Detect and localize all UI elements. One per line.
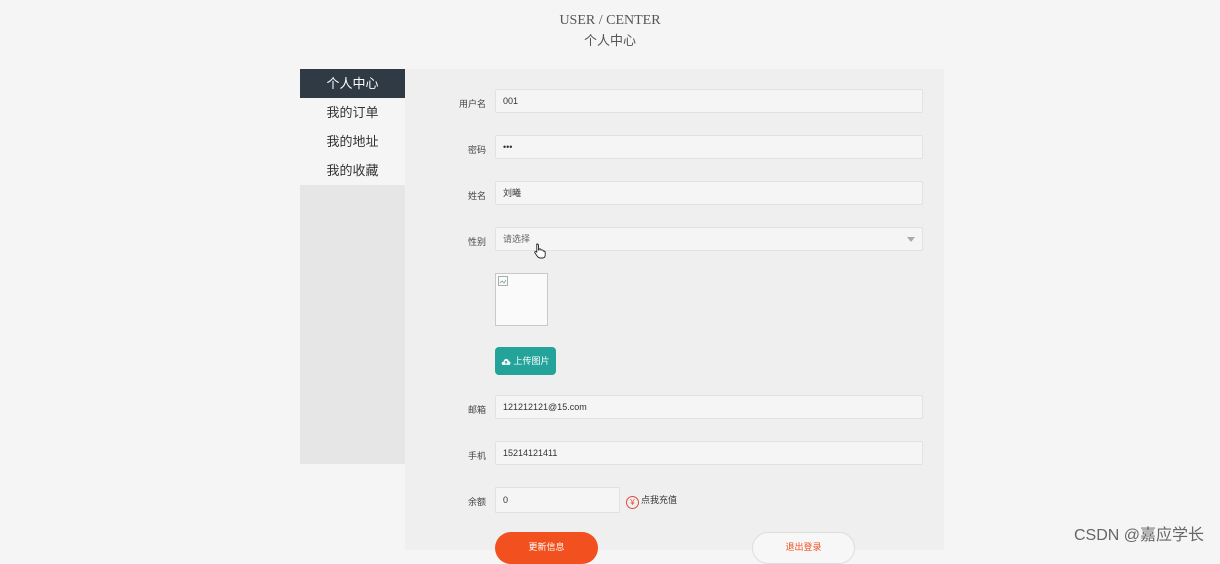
password-input[interactable]: ••• xyxy=(495,135,923,159)
sidebar-item-my-favorites[interactable]: 我的收藏 xyxy=(300,156,405,185)
broken-image-icon xyxy=(498,276,508,286)
name-input[interactable]: 刘曦 xyxy=(495,181,923,205)
email-label: 邮箱 xyxy=(467,405,486,415)
recharge-label: 点我充值 xyxy=(641,495,678,505)
name-row: 姓名 刘曦 xyxy=(405,181,944,207)
phone-label: 手机 xyxy=(467,451,486,461)
gender-placeholder: 请选择 xyxy=(503,234,531,244)
gender-row: 性别 请选择 xyxy=(405,227,944,259)
watermark: CSDN @嘉应学长 xyxy=(1073,527,1204,544)
page-title-zh: 个人中心 xyxy=(583,33,636,48)
username-input[interactable]: 001 xyxy=(495,89,923,113)
upload-image-label: 上传图片 xyxy=(513,356,550,366)
update-info-button[interactable]: 更新信息 xyxy=(495,532,598,564)
page-header: USER / CENTER 个人中心 xyxy=(0,12,1220,50)
email-row: 邮箱 121212121@15.com xyxy=(405,395,944,421)
balance-label: 余额 xyxy=(467,497,486,507)
logout-button[interactable]: 退出登录 xyxy=(752,532,855,564)
balance-row: 余额 0 ¥ 点我充值 xyxy=(405,487,944,513)
cloud-upload-icon xyxy=(502,358,511,365)
phone-row: 手机 15214121411 xyxy=(405,441,944,467)
balance-input[interactable]: 0 xyxy=(495,487,620,513)
phone-input[interactable]: 15214121411 xyxy=(495,441,923,465)
yen-icon: ¥ xyxy=(626,496,639,509)
sidebar-item-my-address[interactable]: 我的地址 xyxy=(300,127,405,156)
password-label: 密码 xyxy=(467,145,486,155)
profile-form: 用户名 001 密码 ••• 姓名 刘曦 性别 请选择 上传图片 邮箱 1212… xyxy=(405,69,944,564)
page-title-en: USER / CENTER xyxy=(559,13,661,28)
sidebar: 个人中心 我的订单 我的地址 我的收藏 xyxy=(300,69,405,464)
sidebar-item-my-orders[interactable]: 我的订单 xyxy=(300,98,405,127)
gender-label: 性别 xyxy=(467,237,486,247)
username-label: 用户名 xyxy=(458,99,486,109)
gender-select[interactable]: 请选择 xyxy=(495,227,923,259)
name-label: 姓名 xyxy=(467,191,486,201)
upload-image-button[interactable]: 上传图片 xyxy=(495,347,556,375)
avatar-preview xyxy=(495,273,548,326)
email-input[interactable]: 121212121@15.com xyxy=(495,395,923,419)
chevron-down-icon xyxy=(907,237,915,242)
password-row: 密码 ••• xyxy=(405,135,944,161)
hand-cursor-icon xyxy=(534,243,546,259)
sidebar-item-user-center[interactable]: 个人中心 xyxy=(300,69,405,98)
recharge-link[interactable]: ¥ 点我充值 xyxy=(626,492,677,509)
username-row: 用户名 001 xyxy=(405,89,944,115)
